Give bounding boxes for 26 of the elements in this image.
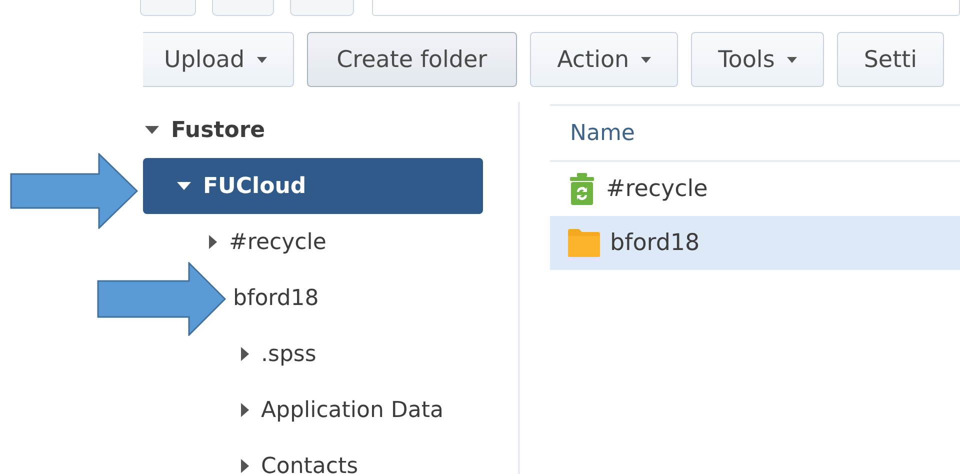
- tree-item[interactable]: Contacts: [239, 438, 358, 474]
- recycle-bin-icon: [568, 173, 596, 205]
- tree-item[interactable]: #recycle: [207, 214, 326, 270]
- tree-item[interactable]: bford18: [233, 270, 319, 326]
- toolbar-button[interactable]: Setti: [836, 32, 944, 87]
- caret-icon: [641, 56, 652, 62]
- caret-icon: [209, 235, 217, 249]
- toolbar-button[interactable]: Upload: [143, 32, 294, 87]
- file-row[interactable]: #recycle: [550, 162, 960, 216]
- caret-icon: [177, 182, 191, 190]
- tree-item[interactable]: FUCloud: [143, 158, 483, 214]
- caret-icon: [256, 56, 267, 62]
- tree-item[interactable]: Application Data: [239, 382, 444, 438]
- caret-icon: [786, 56, 797, 62]
- tree-item[interactable]: .spss: [239, 326, 316, 382]
- caret-icon: [145, 126, 159, 134]
- toolbar-button[interactable]: Tools: [691, 32, 824, 87]
- folder-icon: [568, 229, 600, 257]
- caret-icon: [241, 459, 249, 473]
- caret-icon: [241, 347, 249, 361]
- column-header[interactable]: Name: [570, 120, 635, 146]
- file-row[interactable]: bford18: [550, 216, 960, 270]
- caret-icon: [241, 403, 249, 417]
- tree-item[interactable]: Fustore: [143, 102, 266, 158]
- toolbar-button[interactable]: Action: [530, 32, 678, 87]
- toolbar-button[interactable]: Create folder: [306, 32, 518, 87]
